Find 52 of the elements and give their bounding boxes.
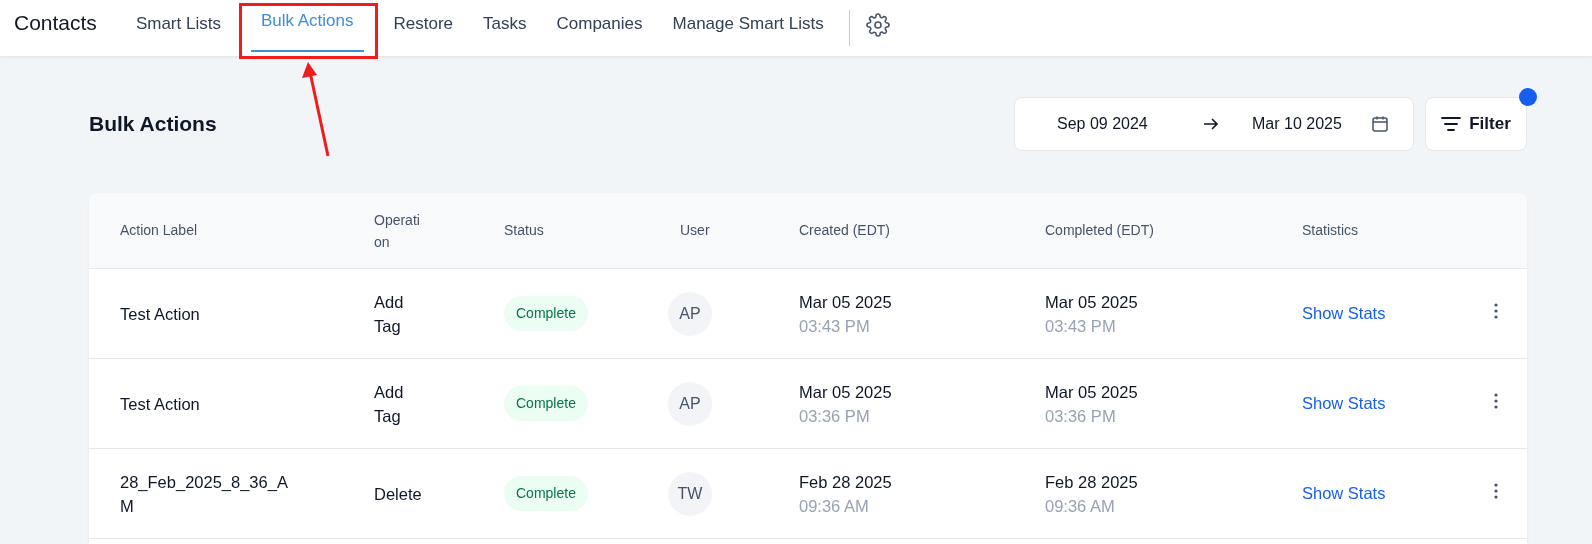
show-stats-link[interactable]: Show Stats bbox=[1302, 394, 1386, 413]
user-avatar: AP bbox=[668, 291, 712, 336]
time-text: 03:36 PM bbox=[799, 405, 870, 427]
filter-button[interactable]: Filter bbox=[1425, 97, 1527, 151]
filter-icon bbox=[1441, 116, 1462, 132]
time-text: 03:43 PM bbox=[799, 315, 870, 337]
time-text: 03:43 PM bbox=[1045, 315, 1116, 337]
nav-tab[interactable]: Bulk Actions bbox=[250, 0, 364, 52]
nav-tab[interactable]: Manage Smart Lists bbox=[662, 0, 834, 56]
time-text: 03:36 PM bbox=[1045, 405, 1116, 427]
column-header: Status bbox=[504, 221, 545, 240]
nav-tab[interactable]: Restore bbox=[383, 0, 464, 56]
nav-tab[interactable]: Tasks bbox=[473, 0, 537, 56]
date-range-field[interactable]: Sep 09 2024 Mar 10 2025 bbox=[1014, 97, 1414, 151]
page-title: Bulk Actions bbox=[89, 111, 217, 138]
status-badge: Complete bbox=[504, 386, 588, 421]
status-badge: Complete bbox=[504, 476, 588, 511]
status-badge: Complete bbox=[504, 296, 588, 331]
more-options-icon[interactable] bbox=[1494, 483, 1498, 500]
table-cell-text: Test Action bbox=[120, 303, 201, 325]
table-cell-text: Add Tag bbox=[374, 291, 405, 337]
show-stats-link[interactable]: Show Stats bbox=[1302, 304, 1386, 323]
calendar-icon bbox=[1371, 115, 1389, 133]
column-header: Statistics bbox=[1302, 221, 1359, 240]
column-header: Action Label bbox=[120, 221, 199, 240]
table-cell-text: 28_Feb_2025_8_36_AM bbox=[120, 471, 289, 517]
user-avatar: TW bbox=[668, 471, 712, 516]
app-title: Contacts bbox=[13, 10, 98, 37]
nav-tab[interactable]: Smart Lists bbox=[125, 0, 231, 56]
time-text: 09:36 AM bbox=[799, 495, 869, 517]
more-options-icon[interactable] bbox=[1494, 393, 1498, 410]
nav-tab[interactable]: Companies bbox=[546, 0, 653, 56]
column-header: User bbox=[680, 221, 711, 240]
date-text: Feb 28 2025 bbox=[799, 471, 892, 493]
date-text: Mar 05 2025 bbox=[1045, 381, 1138, 403]
user-avatar: AP bbox=[668, 381, 712, 426]
start-date: Sep 09 2024 bbox=[1057, 114, 1149, 134]
arrow-right-icon bbox=[1203, 116, 1219, 132]
time-text: 09:36 AM bbox=[1045, 495, 1115, 517]
date-text: Mar 05 2025 bbox=[1045, 291, 1138, 313]
date-text: Feb 28 2025 bbox=[1045, 471, 1138, 493]
table-cell-text: Delete bbox=[374, 483, 423, 505]
date-text: Mar 05 2025 bbox=[799, 291, 892, 313]
column-header: Operation bbox=[374, 210, 421, 252]
column-header: Completed (EDT) bbox=[1045, 221, 1155, 240]
show-stats-link[interactable]: Show Stats bbox=[1302, 484, 1386, 503]
table-cell-text: Add Tag bbox=[374, 381, 405, 427]
end-date: Mar 10 2025 bbox=[1252, 114, 1342, 134]
more-options-icon[interactable] bbox=[1494, 303, 1498, 320]
column-header: Created (EDT) bbox=[799, 221, 892, 240]
date-text: Mar 05 2025 bbox=[799, 381, 892, 403]
table-cell-text: Test Action bbox=[120, 393, 201, 415]
